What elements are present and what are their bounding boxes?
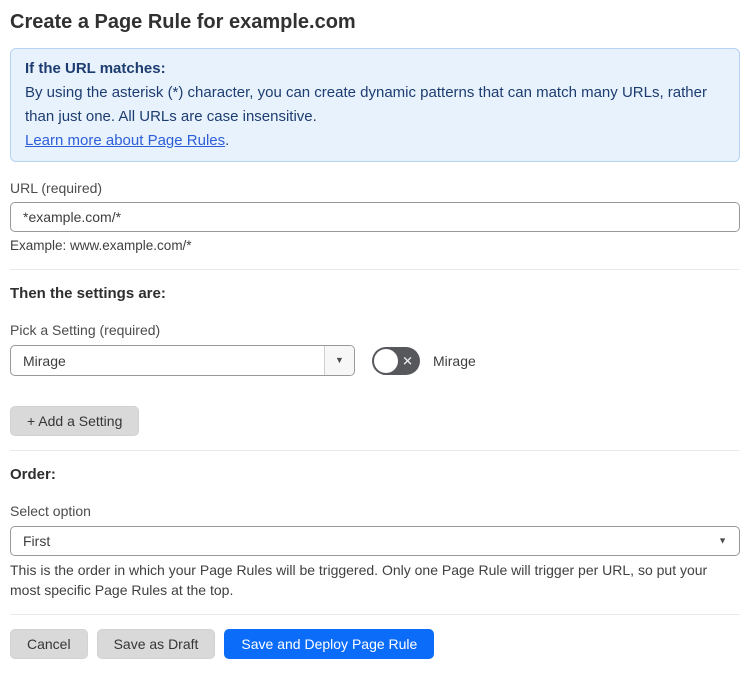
toggle-knob-icon	[374, 348, 398, 373]
cancel-button[interactable]: Cancel	[10, 629, 88, 659]
order-select-label: Select option	[10, 503, 91, 519]
create-page-rule-panel: Create a Page Rule for example.com If th…	[0, 0, 750, 667]
x-icon: ✕	[402, 353, 413, 368]
url-input[interactable]	[10, 202, 740, 232]
url-match-info-box: If the URL matches: By using the asteris…	[10, 48, 740, 162]
page-title: Create a Page Rule for example.com	[10, 11, 356, 33]
footer-actions: Cancel Save as Draft Save and Deploy Pag…	[10, 629, 740, 659]
learn-more-link[interactable]: Learn more about Page Rules	[25, 132, 225, 149]
divider	[10, 614, 740, 615]
settings-section-heading: Then the settings are:	[10, 285, 166, 302]
order-section-heading: Order:	[10, 466, 56, 483]
order-select-value: First	[23, 533, 51, 549]
info-box-link-line: Learn more about Page Rules.	[25, 129, 725, 153]
save-deploy-button[interactable]: Save and Deploy Page Rule	[224, 629, 435, 659]
order-helper-text: This is the order in which your Page Rul…	[10, 562, 708, 598]
url-field-label: URL (required)	[10, 180, 103, 196]
order-select[interactable]: First ▼	[10, 526, 740, 556]
add-setting-button[interactable]: + Add a Setting	[10, 406, 140, 436]
url-field-helper: Example: www.example.com/*	[10, 238, 192, 253]
link-suffix: .	[225, 132, 230, 149]
setting-select-value: Mirage	[23, 352, 66, 369]
setting-row: Mirage ▼ ✕ Mirage	[10, 345, 740, 376]
toggle-label: Mirage	[433, 352, 476, 369]
setting-select-arrow-button[interactable]: ▼	[324, 346, 354, 375]
info-box-heading: If the URL matches:	[25, 60, 166, 77]
divider	[10, 269, 740, 270]
chevron-down-icon: ▼	[718, 535, 727, 546]
mirage-toggle[interactable]: ✕	[372, 346, 420, 375]
info-box-body: By using the asterisk (*) character, you…	[25, 84, 707, 125]
setting-picker-label: Pick a Setting (required)	[10, 322, 161, 338]
chevron-down-icon: ▼	[335, 355, 344, 365]
save-draft-button[interactable]: Save as Draft	[96, 629, 216, 659]
setting-select[interactable]: Mirage ▼	[10, 345, 355, 376]
divider	[10, 450, 740, 451]
